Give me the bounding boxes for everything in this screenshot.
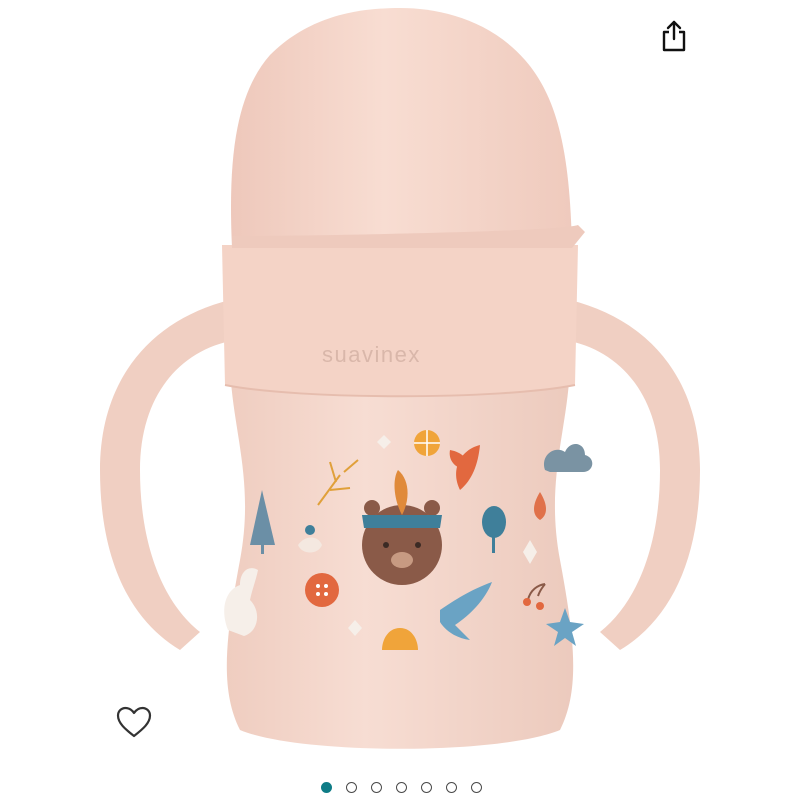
- heart-outline-icon: [116, 706, 152, 738]
- product-image[interactable]: suavinex: [80, 0, 720, 770]
- button-illustration: [305, 573, 339, 607]
- gallery-dot-4[interactable]: [396, 782, 407, 793]
- wishlist-button[interactable]: [112, 700, 156, 744]
- gallery-dot-7[interactable]: [471, 782, 482, 793]
- citrus-illustration: [414, 430, 440, 456]
- gallery-dot-6[interactable]: [446, 782, 457, 793]
- gallery-pagination: [0, 782, 800, 798]
- gallery-dot-3[interactable]: [371, 782, 382, 793]
- brand-emboss: suavinex: [322, 342, 421, 367]
- left-handle: [100, 300, 235, 650]
- gallery-dot-5[interactable]: [421, 782, 432, 793]
- spout-cap: [230, 8, 572, 248]
- right-handle: [565, 300, 700, 650]
- cup-collar: [222, 245, 578, 397]
- gallery-dot-1[interactable]: [321, 782, 332, 793]
- gallery-dot-2[interactable]: [346, 782, 357, 793]
